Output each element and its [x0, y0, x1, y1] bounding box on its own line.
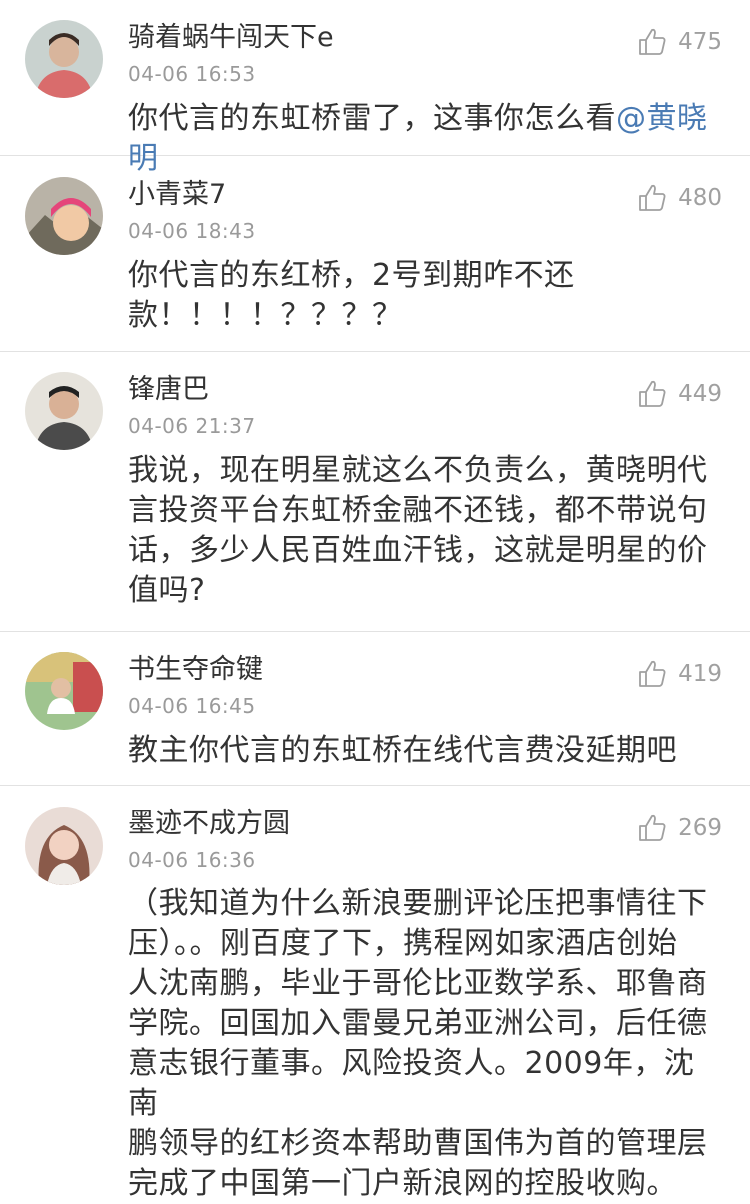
- thumbs-up-icon: [636, 658, 668, 690]
- username[interactable]: 书生夺命键: [128, 654, 263, 686]
- comment-text: 教主你代言的东虹桥在线代言费没延期吧: [128, 733, 677, 768]
- comment-item: 小青菜7 04-06 18:43 480 你代言的东红桥，2号到期咋不还 款！！…: [0, 156, 750, 352]
- comment-text: （我知道为什么新浪要删评论压把事情往下 压）。。刚百度了下，携程网如家酒店创始 …: [128, 886, 708, 1201]
- comment-item: 骑着蜗牛闯天下e 04-06 16:53 475 你代言的东虹桥雷了，这事你怎么…: [0, 0, 750, 176]
- comment-body: 你代言的东虹桥雷了，这事你怎么看: [128, 101, 616, 136]
- like-count: 475: [678, 29, 722, 55]
- like-count: 419: [678, 661, 722, 687]
- thumbs-up-icon: [636, 26, 668, 58]
- username[interactable]: 小青菜7: [128, 179, 226, 211]
- like-count: 480: [678, 185, 722, 211]
- timestamp: 04-06 16:36: [128, 848, 256, 872]
- like-button[interactable]: 419: [636, 658, 722, 690]
- like-button[interactable]: 480: [636, 182, 722, 214]
- like-count: 449: [678, 381, 722, 407]
- thumbs-up-icon: [636, 182, 668, 214]
- timestamp: 04-06 18:43: [128, 219, 256, 243]
- like-button[interactable]: 475: [636, 26, 722, 58]
- timestamp: 04-06 16:45: [128, 694, 256, 718]
- username[interactable]: 墨迹不成方圆: [128, 808, 290, 840]
- like-button[interactable]: 269: [636, 812, 722, 844]
- avatar[interactable]: [25, 652, 103, 730]
- avatar[interactable]: [25, 177, 103, 255]
- comment-item: 锋唐巴 04-06 21:37 449 我说，现在明星就这么不负责么，黄晓明代 …: [0, 352, 750, 632]
- comment-list: 骑着蜗牛闯天下e 04-06 16:53 475 你代言的东虹桥雷了，这事你怎么…: [0, 0, 750, 1203]
- thumbs-up-icon: [636, 812, 668, 844]
- like-count: 269: [678, 815, 722, 841]
- avatar[interactable]: [25, 807, 103, 885]
- thumbs-up-icon: [636, 378, 668, 410]
- avatar[interactable]: [25, 20, 103, 98]
- username[interactable]: 锋唐巴: [128, 374, 209, 406]
- like-button[interactable]: 449: [636, 378, 722, 410]
- avatar[interactable]: [25, 372, 103, 450]
- comment-item: 墨迹不成方圆 04-06 16:36 269 （我知道为什么新浪要删评论压把事情…: [0, 786, 750, 1203]
- timestamp: 04-06 21:37: [128, 414, 256, 438]
- username[interactable]: 骑着蜗牛闯天下e: [128, 22, 334, 54]
- timestamp: 04-06 16:53: [128, 62, 256, 86]
- comment-text: 我说，现在明星就这么不负责么，黄晓明代 言投资平台东虹桥金融不还钱，都不带说句 …: [128, 453, 708, 608]
- comment-item: 书生夺命键 04-06 16:45 419 教主你代言的东虹桥在线代言费没延期吧: [0, 632, 750, 786]
- comment-text: 你代言的东红桥，2号到期咋不还 款！！！！？？？？: [128, 258, 575, 333]
